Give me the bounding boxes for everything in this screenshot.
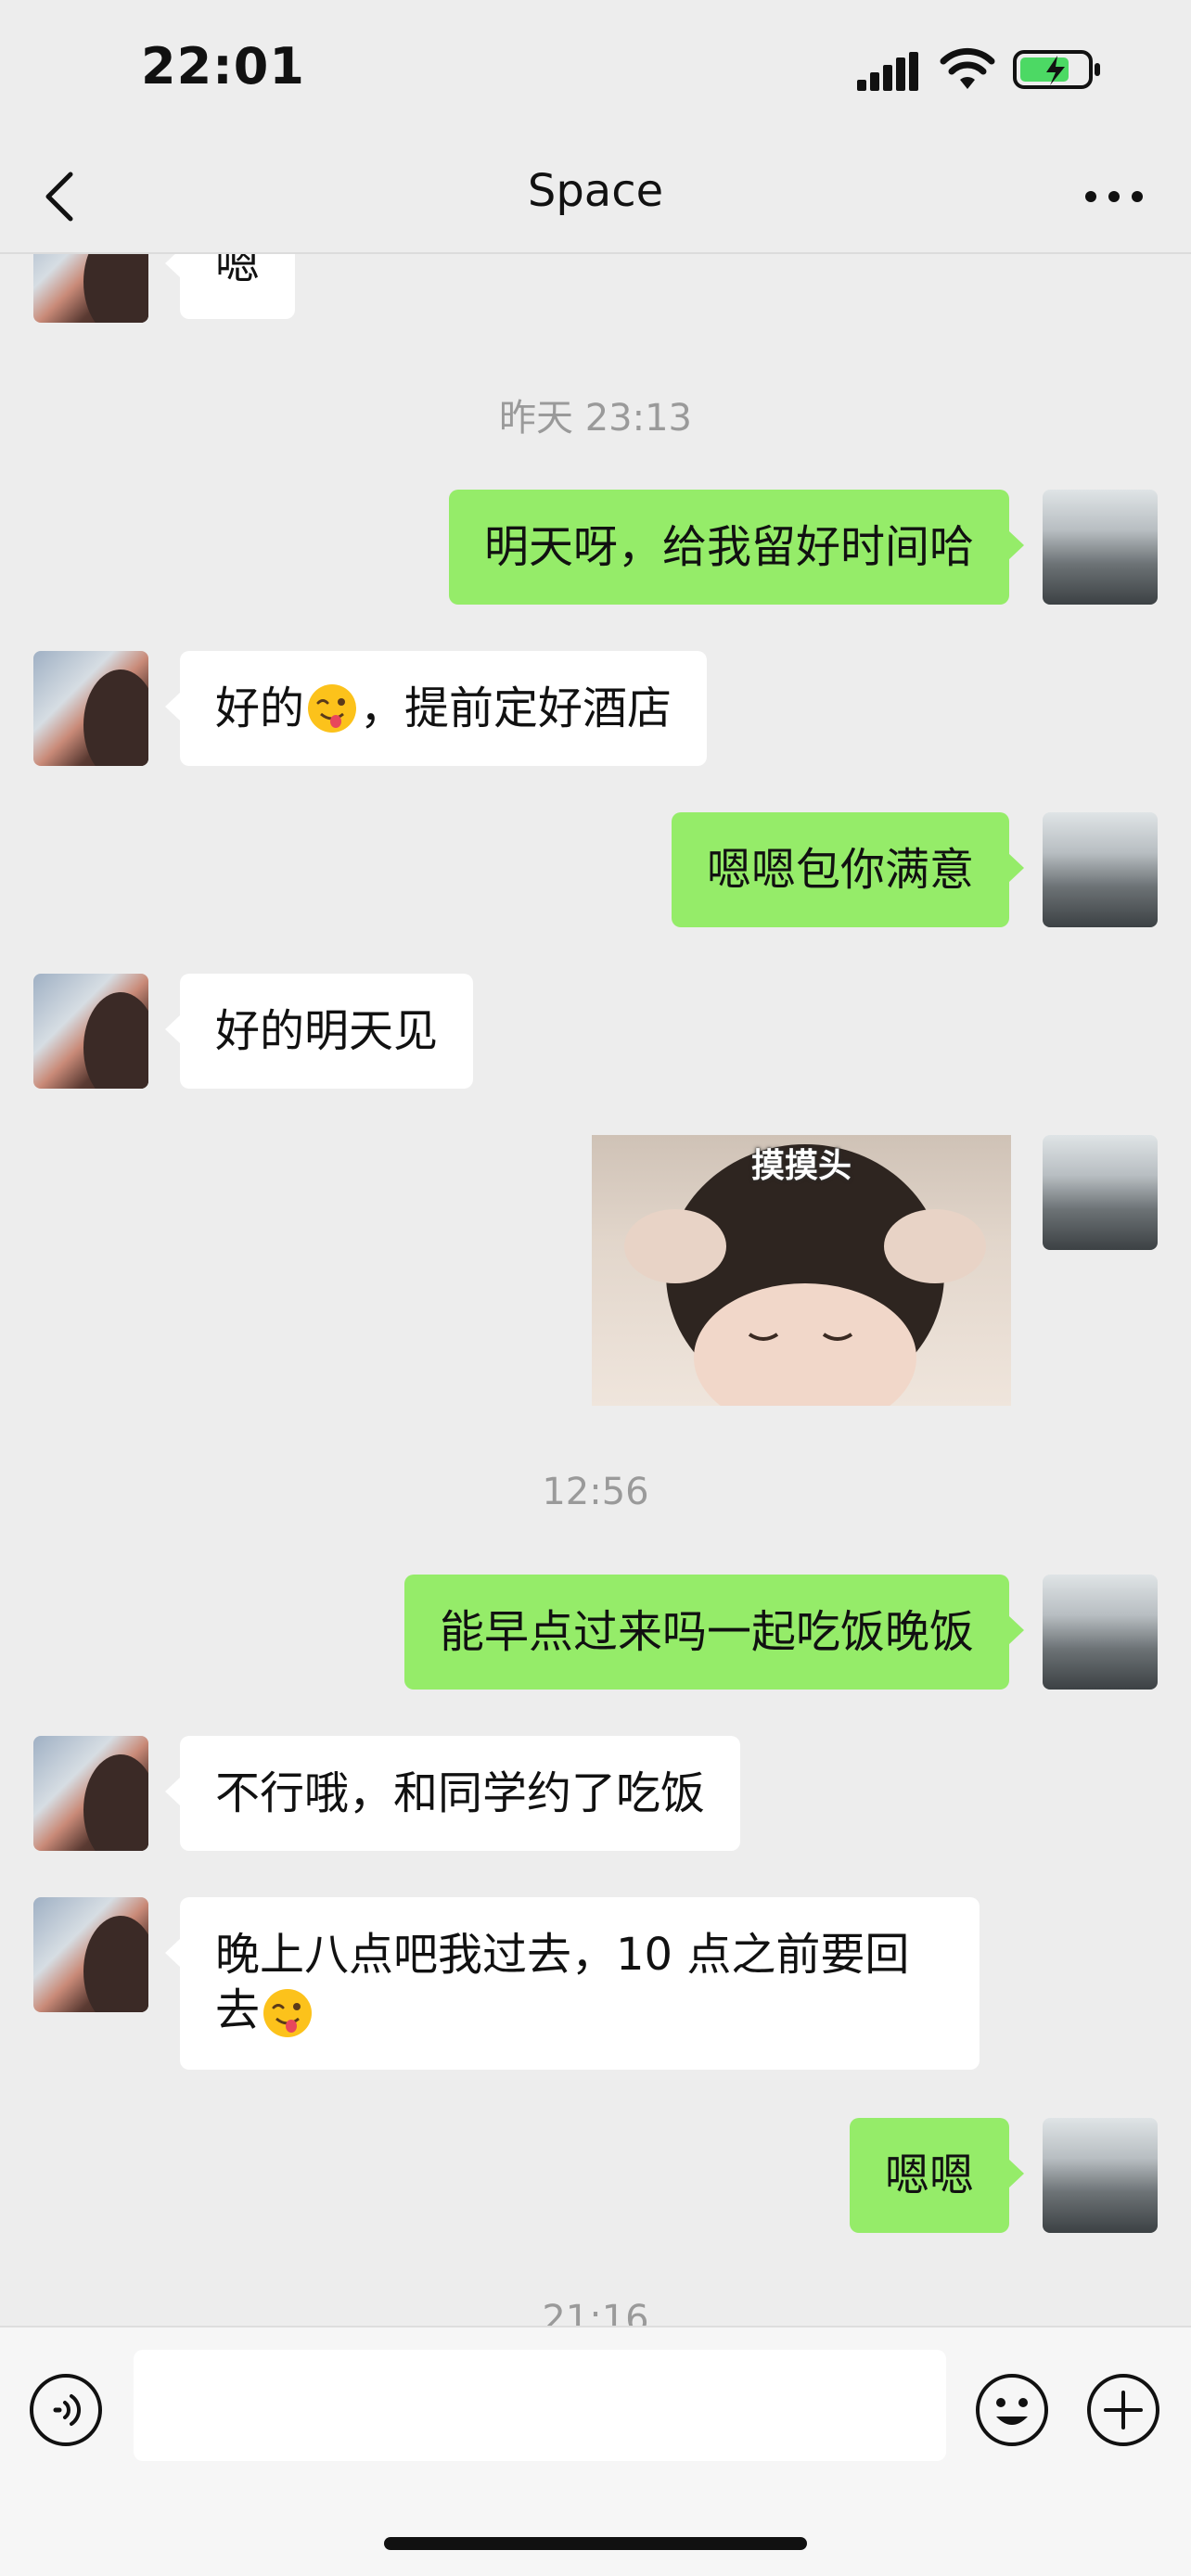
winking-face-emoji-icon bbox=[308, 684, 357, 733]
message-text: 不行哦，和同学约了吃饭 bbox=[215, 1767, 706, 1819]
message-text-line: 去 bbox=[215, 1983, 944, 2039]
status-bar: 22:01 bbox=[0, 0, 1191, 139]
timestamp: 12:56 bbox=[542, 1471, 649, 1513]
wifi-icon bbox=[940, 47, 995, 89]
smiley-icon[interactable] bbox=[974, 2372, 1050, 2448]
self-avatar[interactable] bbox=[1043, 490, 1158, 605]
message-bubble-outgoing[interactable]: 嗯嗯包你满意 bbox=[671, 812, 1025, 927]
winking-face-emoji-icon bbox=[263, 1989, 313, 2037]
input-bar bbox=[0, 2326, 1191, 2576]
message-text: 明天呀，给我留好时间哈 bbox=[483, 521, 974, 573]
message-bubble-incoming[interactable]: 嗯 bbox=[164, 254, 296, 319]
message-bubble-incoming[interactable]: 不行哦，和同学约了吃饭 bbox=[164, 1736, 741, 1851]
message-list[interactable]: 嗯 昨天 23:13 明天呀，给我留好时间哈 好的 ，提前定好酒店 嗯嗯包你满意… bbox=[0, 254, 1191, 2326]
timestamp: 昨天 23:13 bbox=[499, 397, 692, 440]
status-time: 22:01 bbox=[141, 37, 305, 96]
chat-title: Space bbox=[527, 165, 664, 217]
message-text: 好的明天见 bbox=[215, 1005, 439, 1057]
message-text: 嗯 bbox=[215, 254, 261, 289]
message-bubble-outgoing[interactable]: 嗯嗯 bbox=[849, 2118, 1025, 2233]
plus-circle-icon[interactable] bbox=[1085, 2372, 1161, 2448]
voice-icon[interactable] bbox=[28, 2372, 104, 2448]
sticker-caption: 摸摸头 bbox=[750, 1147, 852, 1185]
message-text: 嗯嗯包你满意 bbox=[706, 844, 974, 896]
message-bubble-outgoing[interactable]: 明天呀，给我留好时间哈 bbox=[448, 490, 1025, 605]
ellipsis-icon[interactable] bbox=[1082, 180, 1146, 213]
message-bubble-incoming[interactable]: 晚上八点吧我过去，10 点之前要回 去 bbox=[165, 1897, 980, 2070]
nav-bar: Space bbox=[0, 139, 1191, 254]
message-bubble-incoming[interactable]: 好的 ，提前定好酒店 bbox=[164, 651, 708, 766]
message-bubble-incoming[interactable]: 好的明天见 bbox=[164, 974, 474, 1089]
chat-screen: 22:01 Space 嗯 昨天 23:13 明天呀，给我留好时间哈 好的 ，提… bbox=[0, 0, 1191, 2576]
self-avatar[interactable] bbox=[1043, 2118, 1158, 2233]
timestamp: 21:16 bbox=[542, 2298, 649, 2326]
home-indicator bbox=[384, 2537, 807, 2550]
message-bubble-outgoing[interactable]: 能早点过来吗一起吃饭晚饭 bbox=[403, 1575, 1025, 1690]
sticker-image[interactable]: 摸摸头 bbox=[592, 1135, 1011, 1406]
contact-avatar[interactable] bbox=[33, 974, 148, 1089]
message-text: 晚上八点吧我过去，10 点之前要回 bbox=[215, 1929, 910, 1981]
contact-avatar[interactable] bbox=[33, 1736, 148, 1851]
self-avatar[interactable] bbox=[1043, 1575, 1158, 1690]
message-text: 能早点过来吗一起吃饭晚饭 bbox=[439, 1606, 974, 1658]
self-avatar[interactable] bbox=[1043, 812, 1158, 927]
message-text: 去 bbox=[215, 1984, 261, 2036]
contact-avatar[interactable] bbox=[33, 1897, 148, 2012]
contact-avatar[interactable] bbox=[33, 254, 148, 323]
message-text: ，提前定好酒店 bbox=[360, 682, 672, 734]
battery-icon bbox=[1013, 50, 1100, 89]
signal-icon bbox=[857, 52, 918, 91]
self-avatar[interactable] bbox=[1043, 1135, 1158, 1250]
message-input[interactable] bbox=[134, 2350, 946, 2461]
contact-avatar[interactable] bbox=[33, 651, 148, 766]
message-text: 嗯嗯 bbox=[884, 2149, 974, 2201]
message-text: 好的 bbox=[215, 682, 305, 734]
